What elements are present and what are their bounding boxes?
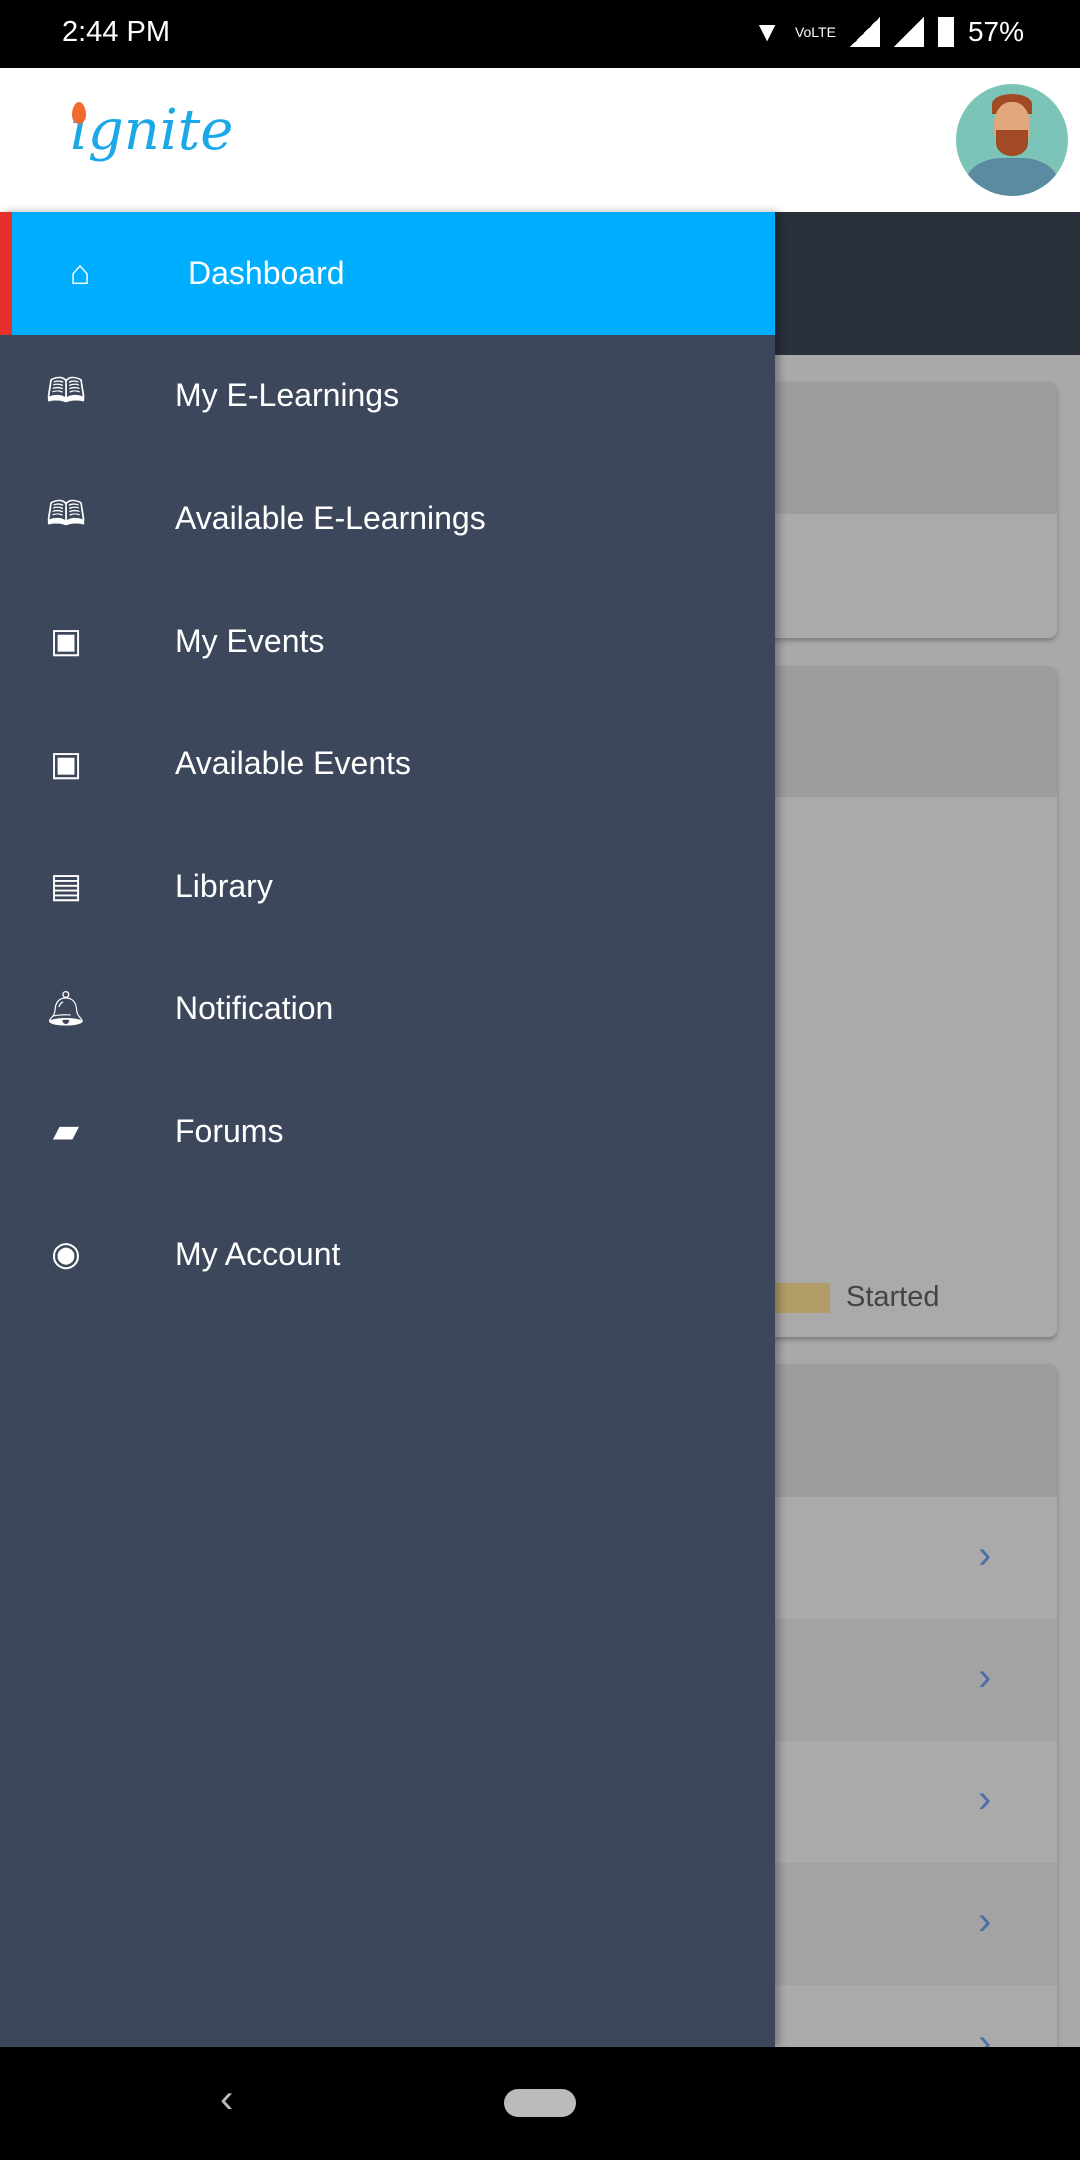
chevron-right-icon: ›	[978, 1777, 992, 1821]
system-nav-bar: ‹	[0, 2047, 1080, 2160]
chevron-right-icon: ›	[978, 1533, 992, 1577]
flame-icon	[72, 102, 86, 124]
drawer-item-label: Notification	[175, 990, 334, 1027]
drawer-item-library[interactable]: ▤ Library	[0, 825, 775, 948]
drawer-item-label: My Events	[175, 622, 325, 659]
drawer-item-forums[interactable]: ▰ Forums	[0, 1070, 775, 1193]
list-item[interactable]: ›	[740, 1497, 1057, 1619]
chevron-right-icon: ›	[978, 1655, 992, 1699]
legend-swatch-started	[775, 1282, 830, 1313]
ignite-logo: ignite	[70, 98, 234, 163]
status-time: 2:44 PM	[62, 16, 170, 48]
wifi-icon: ▼	[753, 16, 781, 47]
list-item[interactable]: ›	[740, 1741, 1057, 1863]
dashboard-card-3: › › › › ›	[740, 1364, 1057, 2124]
chevron-right-icon: ›	[978, 1899, 992, 1943]
legend-label-started: Started	[846, 1281, 940, 1313]
drawer-item-my-events[interactable]: ▣ My Events	[0, 580, 775, 703]
drawer-item-available-events[interactable]: ▣ Available Events	[0, 702, 775, 825]
drawer-item-label: My Account	[175, 1235, 341, 1272]
list-item[interactable]: ›	[740, 1863, 1057, 1985]
chart-legend: Started	[775, 1281, 940, 1314]
list-item[interactable]: ›	[740, 1619, 1057, 1741]
app-header: ignite	[0, 68, 1080, 212]
archive-icon: ▤	[49, 867, 83, 906]
back-icon[interactable]: ‹	[220, 2077, 233, 2122]
drawer-item-label: Available Events	[175, 745, 411, 782]
drawer-item-my-e-learnings[interactable]: 🕮 My E-Learnings	[0, 335, 775, 458]
signal-icon-2	[893, 17, 924, 47]
battery-icon	[937, 17, 954, 47]
drawer-item-label: Forums	[175, 1112, 284, 1149]
dashboard-card-2	[740, 666, 1057, 1337]
forum-icon: ▰	[52, 1112, 80, 1151]
drawer-item-dashboard[interactable]: ⌂ Dashboard	[0, 212, 775, 335]
drawer-item-notification[interactable]: 🔔︎ Notification	[0, 948, 775, 1071]
volte-icon: VoLTE	[794, 24, 836, 40]
battery-percent: 57%	[967, 16, 1024, 47]
book-open-icon: 🕮	[45, 372, 87, 411]
book-open-icon: 🕮	[45, 494, 87, 533]
home-pill-button[interactable]	[504, 2089, 576, 2117]
calendar-icon: ▣	[49, 744, 83, 783]
drawer-item-label: Library	[175, 867, 273, 904]
avatar[interactable]	[956, 84, 1068, 196]
account-circle-icon: ◉	[51, 1235, 81, 1274]
drawer-item-available-e-learnings[interactable]: 🕮 Available E-Learnings	[0, 457, 775, 580]
drawer-item-my-account[interactable]: ◉ My Account	[0, 1193, 775, 1316]
bell-icon: 🔔︎	[44, 989, 88, 1028]
signal-icon	[849, 17, 880, 47]
dashboard-card-1	[740, 382, 1057, 638]
status-bar: 2:44 PM ▼ VoLTE 57%	[0, 0, 1080, 68]
drawer-item-label: Dashboard	[188, 254, 345, 291]
home-icon: ⌂	[69, 253, 91, 292]
navigation-drawer: ⌂ Dashboard 🕮 My E-Learnings 🕮 Available E-…	[0, 212, 775, 2047]
drawer-item-label: My E-Learnings	[175, 377, 400, 414]
drawer-item-label: Available E-Learnings	[175, 499, 486, 536]
calendar-icon: ▣	[49, 622, 83, 661]
